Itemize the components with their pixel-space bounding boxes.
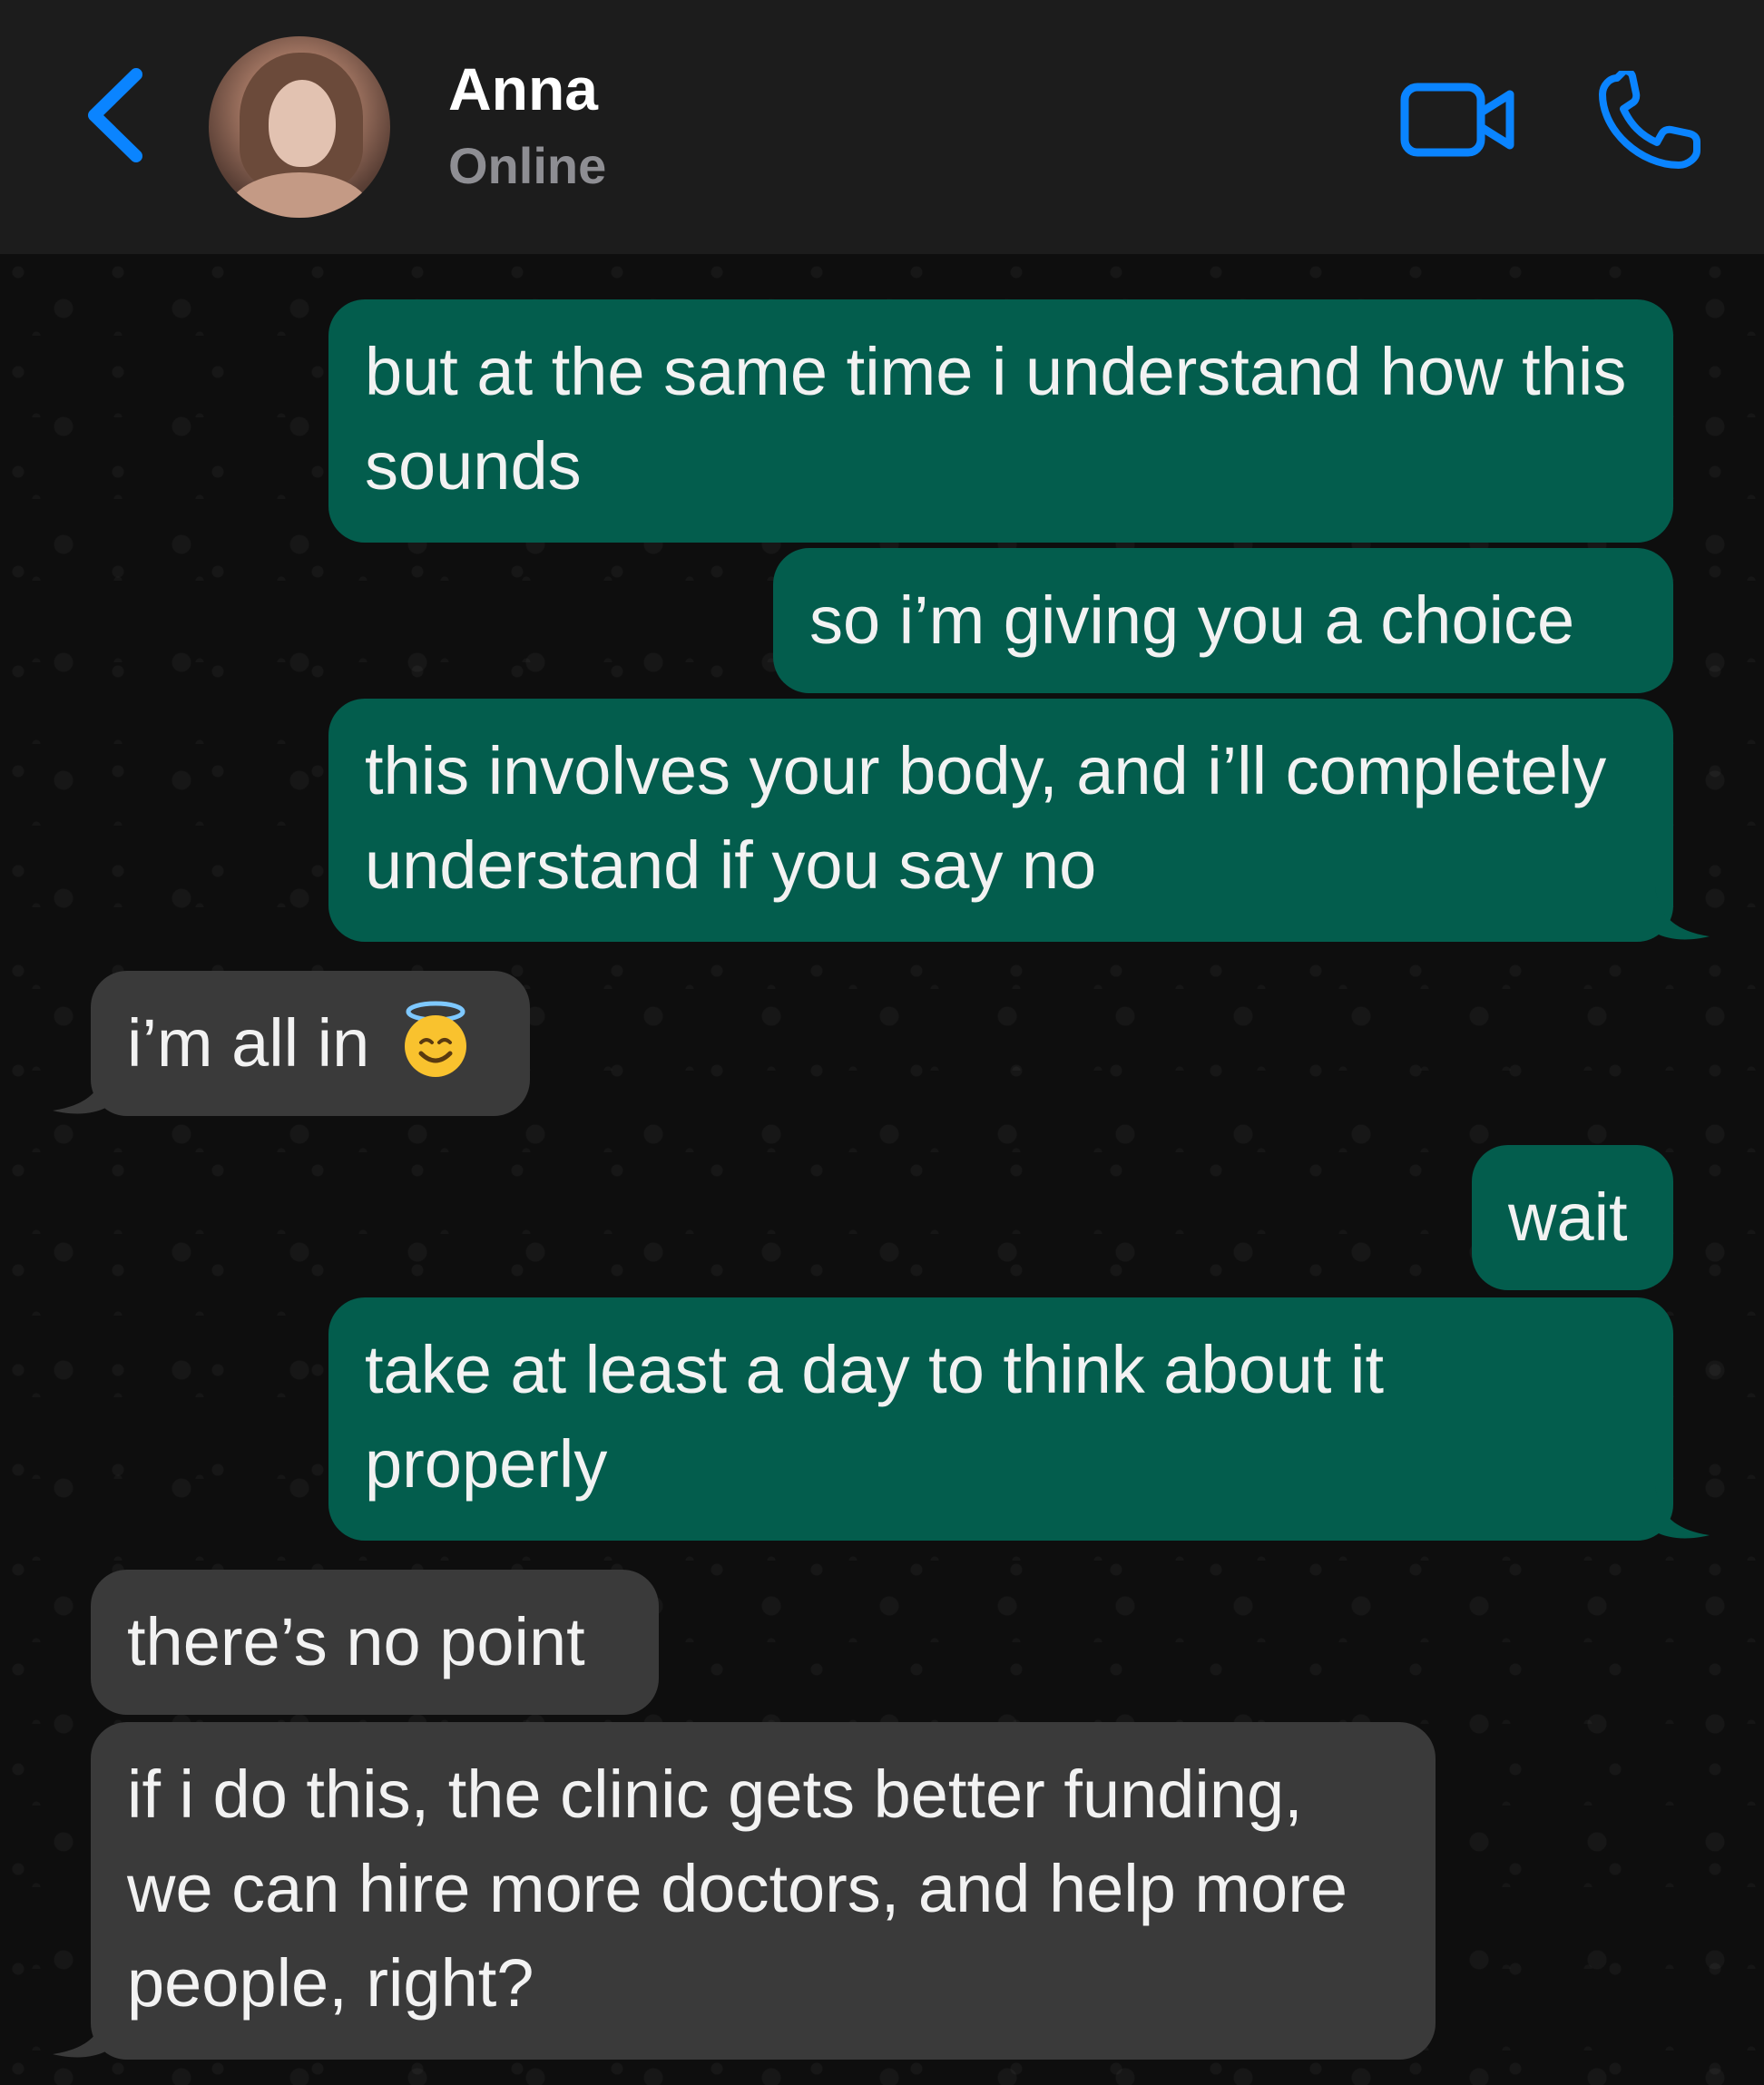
contact-name[interactable]: Anna	[448, 54, 598, 123]
video-call-button[interactable]	[1399, 74, 1517, 165]
message-text: if i do this, the clinic gets better fun…	[127, 1757, 1348, 2021]
message-bubble-outgoing[interactable]: but at the same time i understand how th…	[328, 299, 1673, 543]
message-bubble-incoming[interactable]: there’s no point	[91, 1570, 659, 1715]
message-bubble-outgoing[interactable]: this involves your body, and i’ll comple…	[328, 699, 1673, 942]
chat-header: Anna Online	[0, 0, 1764, 254]
message-bubble-incoming[interactable]: if i do this, the clinic gets better fun…	[91, 1722, 1436, 2060]
bubble-tail	[1655, 1486, 1710, 1539]
bubble-tail	[53, 2005, 107, 2058]
smiling-face-with-halo-icon	[404, 1001, 466, 1077]
phone-icon	[1599, 67, 1700, 169]
chat-area[interactable]: but at the same time i understand how th…	[0, 254, 1764, 2085]
message-bubble-outgoing[interactable]: so i’m giving you a choice	[773, 548, 1673, 693]
message-text: take at least a day to think about it pr…	[365, 1332, 1385, 1502]
message-text: i’m all in	[127, 1005, 370, 1081]
message-text: wait	[1508, 1180, 1628, 1255]
avatar-shoulder	[227, 172, 372, 218]
back-button[interactable]	[80, 65, 152, 165]
video-camera-icon	[1400, 83, 1514, 157]
message-text: but at the same time i understand how th…	[365, 334, 1627, 504]
avatar-face	[269, 80, 336, 167]
message-bubble-outgoing[interactable]: wait	[1472, 1145, 1673, 1290]
voice-call-button[interactable]	[1597, 67, 1704, 171]
message-bubble-outgoing[interactable]: take at least a day to think about it pr…	[328, 1297, 1673, 1541]
message-text: so i’m giving you a choice	[809, 582, 1575, 658]
message-text: there’s no point	[127, 1604, 585, 1679]
bubble-tail	[53, 1062, 107, 1114]
bubble-tail	[1655, 887, 1710, 940]
message-text: this involves your body, and i’ll comple…	[365, 733, 1607, 903]
message-bubble-incoming[interactable]: i’m all in	[91, 971, 530, 1116]
avatar[interactable]	[209, 36, 390, 218]
contact-status: Online	[448, 137, 607, 194]
chevron-left-icon	[88, 68, 142, 162]
